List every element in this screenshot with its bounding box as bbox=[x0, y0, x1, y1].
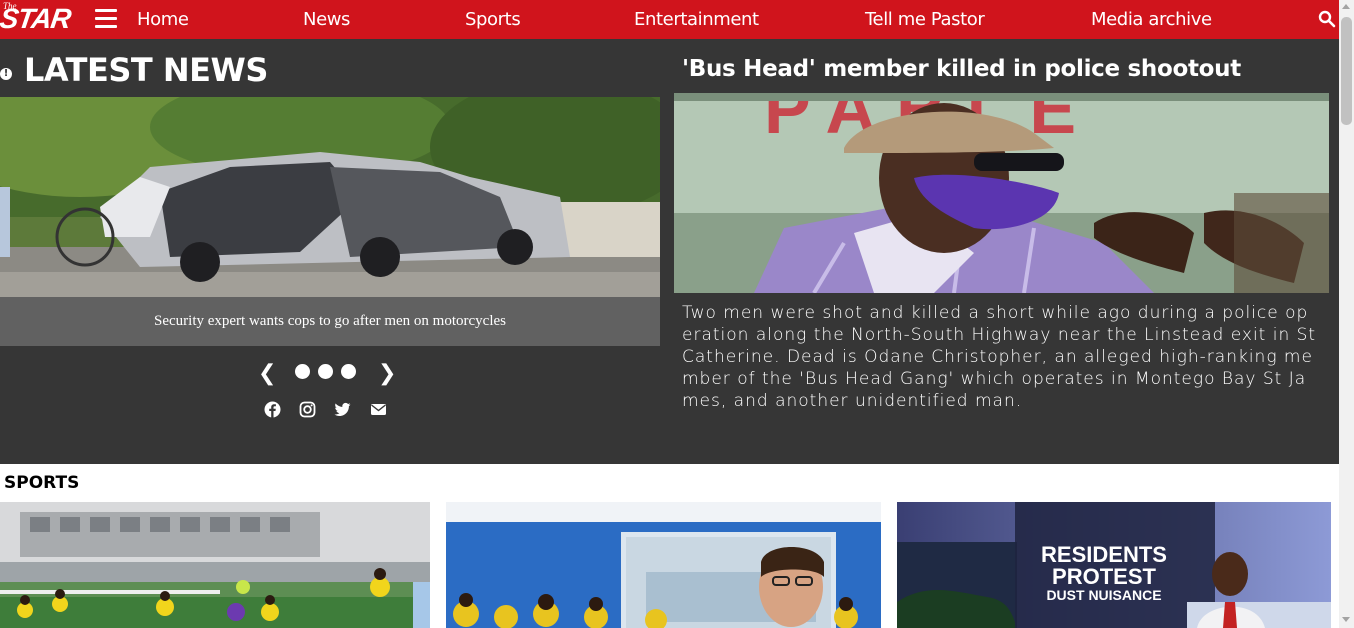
alert-icon: ! bbox=[0, 68, 12, 80]
featured-headline[interactable]: 'Bus Head' member killed in police shoot… bbox=[682, 56, 1241, 82]
latest-news-header: ! LATEST NEWS bbox=[0, 51, 268, 89]
sports-card-image[interactable] bbox=[0, 502, 430, 628]
sports-card-image[interactable] bbox=[446, 502, 881, 628]
featured-image[interactable]: PABLE bbox=[674, 93, 1329, 293]
scroll-down-icon[interactable] bbox=[1342, 617, 1350, 622]
instagram-icon[interactable] bbox=[299, 401, 316, 418]
carousel-controls: ❮ ❯ bbox=[0, 359, 660, 389]
slide-caption[interactable]: Security expert wants cops to go after m… bbox=[0, 297, 660, 346]
slide-image[interactable] bbox=[0, 97, 660, 297]
nav-link-media-archive[interactable]: Media archive bbox=[1091, 9, 1212, 30]
nav-link-home[interactable]: Home bbox=[137, 9, 189, 30]
carousel-next-icon[interactable]: ❯ bbox=[378, 361, 396, 386]
twitter-icon[interactable] bbox=[334, 401, 351, 418]
nav-link-entertainment[interactable]: Entertainment bbox=[634, 9, 759, 30]
sports-section-title: SPORTS bbox=[4, 473, 80, 493]
carousel-dot[interactable] bbox=[341, 364, 356, 379]
sports-card-image[interactable]: RESIDENTS PROTEST DUST NUISANCE bbox=[897, 502, 1331, 628]
menu-icon[interactable] bbox=[95, 9, 117, 29]
latest-news-title: LATEST NEWS bbox=[24, 51, 268, 89]
search-icon[interactable] bbox=[1318, 10, 1336, 28]
top-nav: The STAR Home News Sports Entertainment … bbox=[0, 0, 1339, 39]
facebook-icon[interactable] bbox=[264, 401, 281, 418]
scroll-up-icon[interactable] bbox=[1342, 4, 1350, 9]
overlay-line-2: PROTEST bbox=[1052, 564, 1156, 589]
email-icon[interactable] bbox=[370, 401, 387, 418]
nav-link-tell-me-pastor[interactable]: Tell me Pastor bbox=[865, 9, 985, 30]
star-logo[interactable]: The STAR bbox=[0, 1, 76, 34]
overlay-line-3: DUST NUISANCE bbox=[1046, 587, 1161, 603]
nav-link-sports[interactable]: Sports bbox=[465, 9, 521, 30]
page-scrollbar[interactable] bbox=[1339, 0, 1354, 628]
nav-link-news[interactable]: News bbox=[303, 9, 350, 30]
logo-main-text: STAR bbox=[0, 3, 73, 34]
carousel-prev-icon[interactable]: ❮ bbox=[258, 361, 276, 386]
scroll-thumb[interactable] bbox=[1341, 17, 1352, 125]
latest-news-section: ! LATEST NEWS Security expert wants cops… bbox=[0, 39, 1339, 464]
carousel-dot[interactable] bbox=[295, 364, 310, 379]
carousel-dot[interactable] bbox=[318, 364, 333, 379]
featured-summary: Two men were shot and killed a short whi… bbox=[682, 303, 1317, 411]
